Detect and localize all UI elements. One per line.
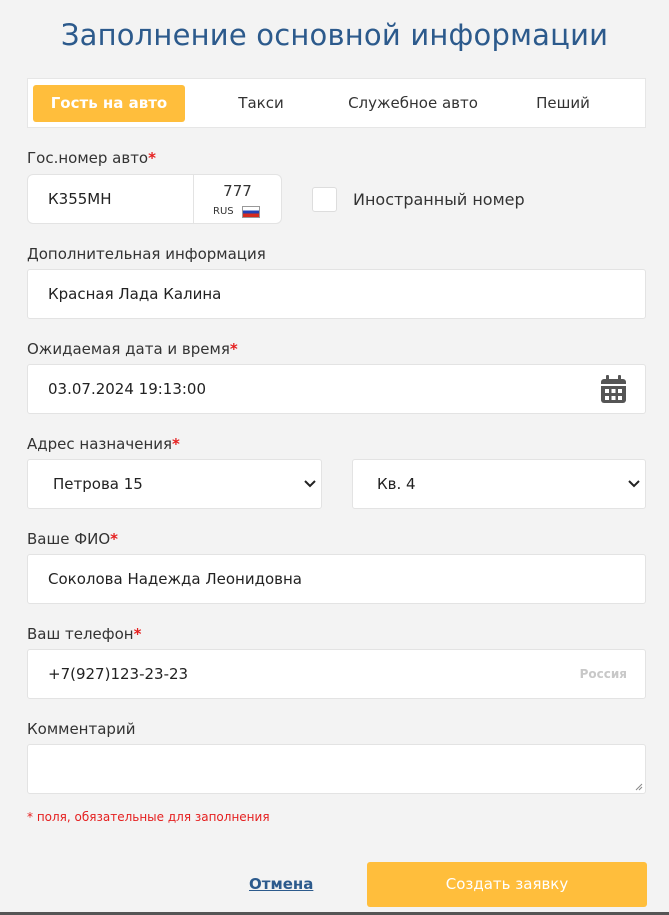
phone-country: Россия bbox=[579, 667, 627, 681]
russia-flag-icon bbox=[242, 206, 260, 218]
required-fields-hint: * поля, обязательные для заполнения bbox=[27, 810, 270, 824]
tab-pedestrian[interactable]: Пеший bbox=[523, 85, 603, 122]
plate-label: Гос.номер авто* bbox=[27, 149, 156, 167]
additional-info-value: Красная Лада Калина bbox=[48, 285, 222, 303]
visitor-type-tabs: Гость на авто Такси Служебное авто Пеший bbox=[27, 78, 646, 128]
close-icon[interactable] bbox=[625, 0, 639, 6]
tab-guest-car[interactable]: Гость на авто bbox=[33, 85, 185, 122]
comment-textarea[interactable] bbox=[27, 744, 646, 794]
additional-info-label: Дополнительная информация bbox=[27, 245, 266, 263]
plate-country-code: RUS bbox=[213, 206, 234, 217]
additional-info-input[interactable]: Красная Лада Калина bbox=[27, 269, 646, 319]
datetime-label: Ожидаемая дата и время* bbox=[27, 340, 238, 358]
street-select[interactable]: Петрова 15 bbox=[27, 459, 322, 509]
comment-label: Комментарий bbox=[27, 720, 136, 738]
foreign-plate-checkbox[interactable] bbox=[312, 187, 337, 212]
plate-number-input[interactable]: К355МН bbox=[27, 174, 194, 224]
tab-taxi[interactable]: Такси bbox=[218, 85, 304, 122]
chevron-down-icon bbox=[304, 480, 316, 488]
foreign-plate-label: Иностранный номер bbox=[353, 190, 525, 209]
plate-number-value: К355МН bbox=[48, 190, 112, 208]
chevron-down-icon bbox=[628, 480, 640, 488]
street-select-value: Петрова 15 bbox=[53, 475, 143, 493]
datetime-input[interactable]: 03.07.2024 19:13:00 bbox=[27, 364, 646, 414]
tab-service-car[interactable]: Служебное авто bbox=[333, 85, 493, 122]
fio-label: Ваше ФИО* bbox=[27, 530, 119, 548]
submit-button[interactable]: Создать заявку bbox=[367, 862, 647, 907]
phone-input[interactable]: +7(927)123-23-23 Россия bbox=[27, 649, 646, 699]
datetime-value: 03.07.2024 19:13:00 bbox=[48, 380, 207, 398]
cancel-link[interactable]: Отмена bbox=[249, 875, 313, 893]
apartment-select-value: Кв. 4 bbox=[377, 475, 416, 493]
phone-value: +7(927)123-23-23 bbox=[48, 665, 189, 683]
plate-region-number: 777 bbox=[223, 182, 252, 200]
fio-input[interactable]: Соколова Надежда Леонидовна bbox=[27, 554, 646, 604]
fio-value: Соколова Надежда Леонидовна bbox=[48, 570, 302, 588]
plate-region-input[interactable]: 777 RUS bbox=[193, 174, 282, 224]
phone-label: Ваш телефон* bbox=[27, 625, 142, 643]
apartment-select[interactable]: Кв. 4 bbox=[352, 459, 646, 509]
address-label: Адрес назначения* bbox=[27, 435, 180, 453]
page-title: Заполнение основной информации bbox=[60, 18, 609, 52]
resize-handle-icon[interactable] bbox=[635, 783, 643, 791]
calendar-icon[interactable] bbox=[600, 375, 627, 404]
